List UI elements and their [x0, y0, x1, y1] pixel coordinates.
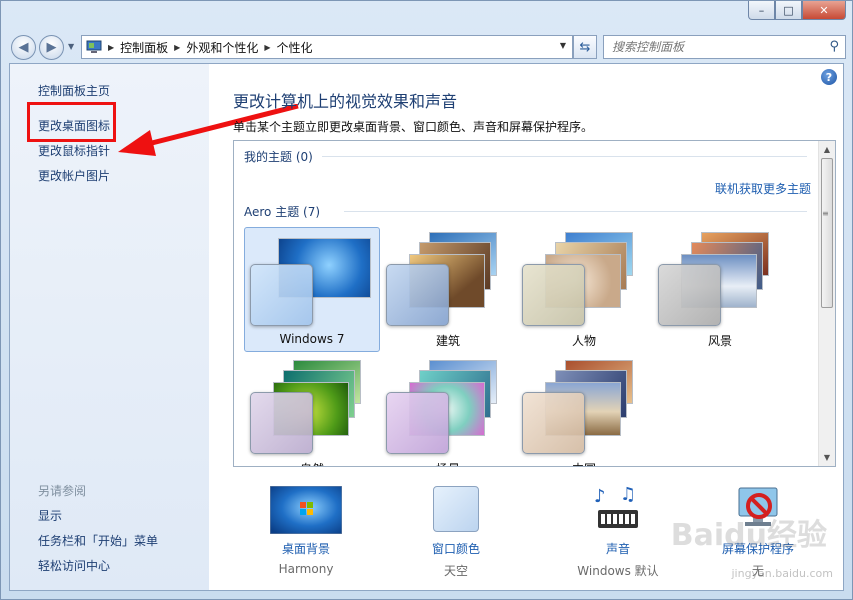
forward-button[interactable]: ▶: [39, 35, 64, 60]
theme-name: 场景: [381, 460, 515, 466]
forward-arrow-icon: ▶: [46, 40, 57, 55]
svg-text:♫: ♫: [620, 484, 636, 505]
maximize-button[interactable]: □: [775, 1, 802, 20]
theme-tile-characters[interactable]: 人物: [516, 227, 652, 352]
see-also-link-taskbar[interactable]: 任务栏和「开始」菜单: [38, 532, 158, 549]
help-icon[interactable]: ?: [821, 69, 837, 85]
theme-window-color-swatch: [250, 264, 313, 326]
see-also-heading: 另请参阅: [38, 484, 87, 498]
scroll-down-icon[interactable]: ▼: [819, 449, 835, 466]
breadcrumb-separator-icon: ▶: [264, 42, 271, 52]
sidebar: 控制面板主页 更改桌面图标 更改鼠标指针 更改帐户图片 另请参阅 显示 任务栏和…: [10, 64, 209, 590]
theme-window-color-swatch: [386, 392, 449, 454]
window-color-label[interactable]: 窗口颜色: [401, 540, 511, 557]
content-area: 控制面板主页 更改桌面图标 更改鼠标指针 更改帐户图片 另请参阅 显示 任务栏和…: [9, 63, 844, 591]
refresh-icon: ⇆: [579, 39, 591, 55]
theme-tile-nature[interactable]: 自然: [244, 355, 380, 466]
theme-tile-scenes[interactable]: 场景: [380, 355, 516, 466]
control-panel-icon: [86, 40, 102, 53]
theme-tile-architecture[interactable]: 建筑: [380, 227, 516, 352]
svg-text:♪: ♪: [594, 486, 606, 507]
see-also-link-ease-of-access[interactable]: 轻松访问中心: [38, 557, 110, 574]
sidebar-link-account-picture[interactable]: 更改帐户图片: [38, 167, 110, 184]
desktop-background-value: Harmony: [278, 562, 334, 576]
theme-name: 人物: [571, 334, 596, 348]
sound-value: Windows 默认: [577, 564, 659, 578]
theme-window-color-swatch: [250, 392, 313, 454]
refresh-button[interactable]: ⇆: [573, 35, 597, 59]
group-divider: [344, 211, 807, 212]
address-bar[interactable]: ▶ 控制面板 ▶ 外观和个性化 ▶ 个性化 ▼: [81, 35, 573, 59]
window-color-icon: [433, 486, 479, 532]
sound-label[interactable]: 声音: [563, 540, 673, 557]
recent-pages-dropdown[interactable]: ▼: [68, 42, 74, 51]
theme-window-color-swatch: [522, 392, 585, 454]
theme-window-color-swatch: [658, 264, 721, 326]
address-dropdown-icon[interactable]: ▼: [560, 41, 566, 50]
group-divider: [322, 156, 807, 157]
search-box[interactable]: ⚲: [603, 35, 846, 59]
theme-name: 自然: [245, 460, 379, 466]
baidu-watermark-logo: Baidu经验: [670, 518, 827, 553]
annotation-highlight-box: [27, 102, 116, 142]
caption-buttons: – □ ✕: [748, 1, 846, 20]
breadcrumb-separator-icon: ▶: [108, 42, 115, 52]
theme-list-scrollbar[interactable]: ▲ ≡ ▼: [818, 141, 835, 466]
close-button[interactable]: ✕: [802, 1, 846, 20]
theme-window-color-swatch: [386, 264, 449, 326]
get-more-themes-link[interactable]: 联机获取更多主题: [715, 180, 811, 197]
breadcrumb-appearance[interactable]: 外观和个性化: [186, 39, 258, 56]
sound-icon: ♪ ♫: [594, 484, 638, 528]
desktop-background-icon: [270, 486, 342, 534]
page-title: 更改计算机上的视觉效果和声音: [233, 92, 458, 111]
personalization-window: – □ ✕ ◀ ▶ ▼ ▶ 控制面板 ▶ 外观和个性化 ▶ 个性化 ▼ ⇆ ⚲: [0, 0, 853, 600]
back-button[interactable]: ◀: [11, 35, 36, 60]
back-arrow-icon: ◀: [18, 40, 29, 55]
see-also-link-display[interactable]: 显示: [38, 507, 62, 524]
window-color-value: 天空: [443, 564, 468, 578]
scroll-up-icon[interactable]: ▲: [819, 141, 835, 158]
breadcrumb-personalization[interactable]: 个性化: [277, 39, 313, 56]
group-my-themes: 我的主题 (0): [244, 150, 313, 164]
search-input[interactable]: [612, 37, 822, 57]
scroll-grip-icon: ≡: [822, 209, 829, 218]
sidebar-link-home[interactable]: 控制面板主页: [38, 82, 110, 99]
theme-tile-china[interactable]: 中国: [516, 355, 652, 466]
address-row: ◀ ▶ ▼ ▶ 控制面板 ▶ 外观和个性化 ▶ 个性化 ▼ ⇆ ⚲: [9, 33, 846, 61]
theme-name: 建筑: [435, 334, 460, 348]
breadcrumb-separator-icon: ▶: [174, 42, 181, 52]
theme-name: Windows 7: [279, 332, 345, 346]
theme-tile-landscapes[interactable]: 风景: [652, 227, 788, 352]
theme-list: 我的主题 (0) 联机获取更多主题 Aero 主题 (7) Windows 7 …: [233, 140, 836, 467]
theme-name: 中国: [517, 460, 651, 466]
page-subtitle: 单击某个主题立即更改桌面背景、窗口颜色、声音和屏幕保护程序。: [233, 120, 594, 134]
sidebar-link-mouse-pointers[interactable]: 更改鼠标指针: [38, 142, 110, 159]
baidu-watermark-url: jingyan.baidu.com: [731, 567, 833, 580]
breadcrumb-control-panel[interactable]: 控制面板: [120, 39, 168, 56]
theme-window-color-swatch: [522, 264, 585, 326]
desktop-background-label[interactable]: 桌面背景: [251, 540, 361, 557]
group-aero-themes: Aero 主题 (7): [244, 205, 321, 219]
theme-tile-windows7[interactable]: Windows 7: [244, 227, 380, 352]
main-panel: ? 更改计算机上的视觉效果和声音 单击某个主题立即更改桌面背景、窗口颜色、声音和…: [209, 64, 843, 590]
scroll-thumb[interactable]: [821, 158, 833, 308]
theme-name: 风景: [707, 334, 732, 348]
minimize-button[interactable]: –: [748, 1, 775, 20]
search-icon[interactable]: ⚲: [829, 39, 839, 54]
